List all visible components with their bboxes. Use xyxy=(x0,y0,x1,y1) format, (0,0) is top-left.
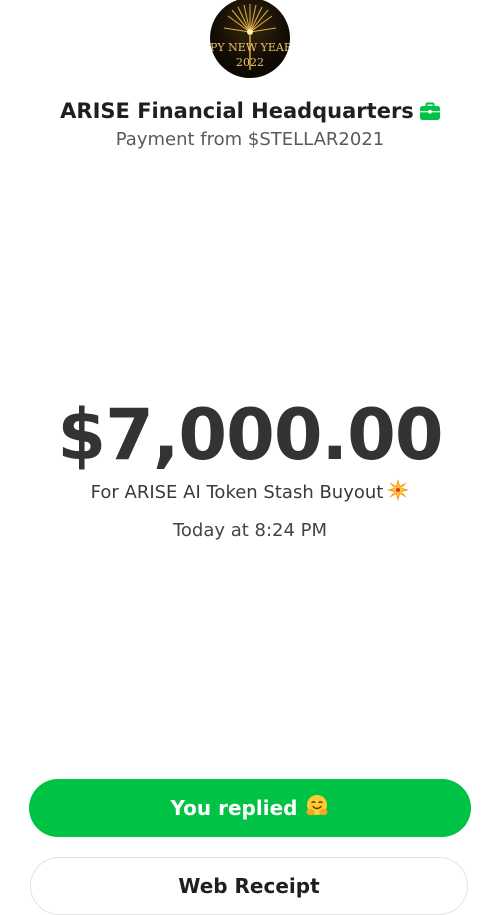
avatar-text-line2: 2022 xyxy=(236,56,264,69)
you-replied-label: You replied xyxy=(170,796,298,820)
payment-note: For ARISE AI Token Stash Buyout xyxy=(90,482,384,503)
payment-amount: $7,000.00 xyxy=(57,394,443,476)
avatar[interactable]: PY NEW YEAR 2022 xyxy=(210,0,290,78)
you-replied-button[interactable]: You replied xyxy=(29,779,471,837)
avatar-text-line1: PY NEW YEAR xyxy=(210,41,290,54)
payment-subtitle: Payment from $STELLAR2021 xyxy=(115,129,385,150)
briefcase-icon xyxy=(419,101,440,125)
merchant-name-row: ARISE Financial Headquarters xyxy=(0,99,500,125)
payment-time: Today at 8:24 PM xyxy=(172,520,328,541)
payment-note-row: For ARISE AI Token Stash Buyout xyxy=(0,479,500,506)
web-receipt-button[interactable]: Web Receipt xyxy=(30,857,468,915)
merchant-name: ARISE Financial Headquarters xyxy=(60,99,414,123)
collision-icon xyxy=(387,479,410,506)
hugging-face-icon xyxy=(305,794,329,823)
